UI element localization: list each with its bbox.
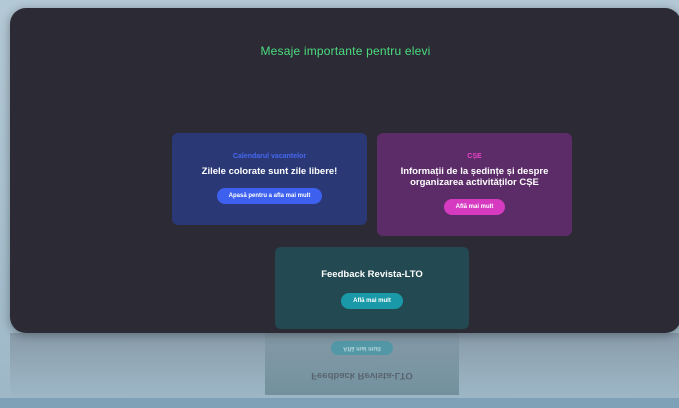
card-calendar-heading: Zilele colorate sunt zile libere! (201, 166, 338, 177)
feedback-more-button[interactable]: Află mai mult (341, 293, 403, 309)
card-cse-heading: Informații de la ședințe și despre organ… (377, 166, 572, 188)
panel-reflection: Feedback Revista-LTO Află mai mult (10, 333, 679, 401)
reflection-heading: Feedback Revista-LTO (311, 370, 413, 381)
page-title: Mesaje importante pentru elevi (260, 44, 431, 58)
reflection-button: Află mai mult (331, 341, 393, 355)
card-feedback-reflection: Feedback Revista-LTO Află mai mult (265, 333, 459, 395)
card-cse-heading-line2: organizarea activităților CȘE (410, 177, 539, 188)
card-calendar: Calendarul vacantelor Zilele colorate su… (172, 133, 367, 225)
bottom-band (0, 398, 679, 408)
card-calendar-eyebrow: Calendarul vacantelor (232, 153, 307, 160)
panel-reflection-gradient (10, 333, 679, 401)
cse-more-button[interactable]: Află mai mult (443, 199, 506, 215)
card-cse-eyebrow: CȘE (467, 153, 482, 160)
card-cse: CȘE Informații de la ședințe și despre o… (377, 133, 572, 236)
card-cse-heading-line1: Informații de la ședințe și despre (400, 166, 549, 177)
announcements-panel: Mesaje importante pentru elevi Calendaru… (10, 8, 679, 333)
calendar-more-button[interactable]: Apasă pentru a afla mai mult (216, 188, 323, 204)
card-feedback: Feedback Revista-LTO Află mai mult (275, 247, 469, 329)
card-feedback-heading: Feedback Revista-LTO (321, 269, 423, 280)
